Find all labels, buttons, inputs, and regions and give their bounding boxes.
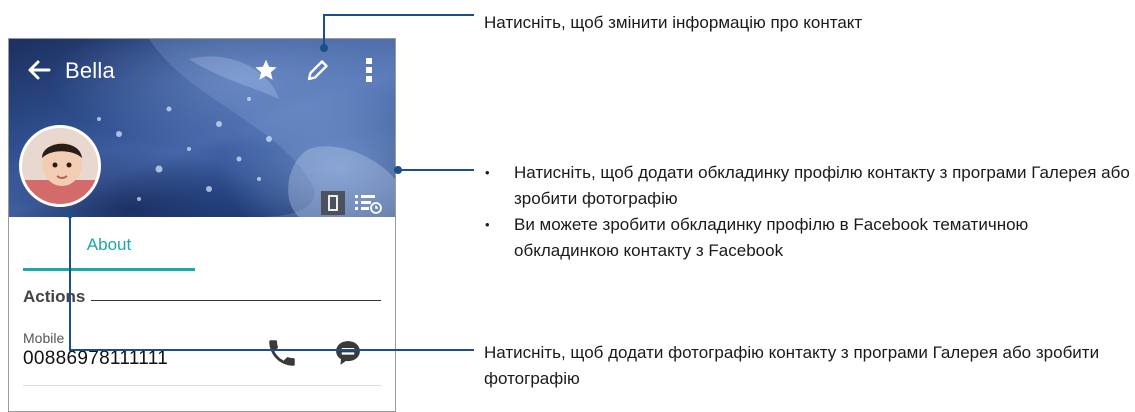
callout-edit-info: Натисніть, щоб змінити інформацію про ко… [484, 13, 863, 32]
callout-cover-bullet: Ви можете зробити обкладинку профілю в F… [484, 212, 1134, 264]
callout-cover: Натисніть, щоб додати обкладинку профілю… [484, 160, 1134, 264]
callout-photo: Натисніть, щоб додати фотографію контакт… [484, 343, 1100, 388]
callout-cover-bullet: Натисніть, щоб додати обкладинку профілю… [484, 160, 1134, 212]
